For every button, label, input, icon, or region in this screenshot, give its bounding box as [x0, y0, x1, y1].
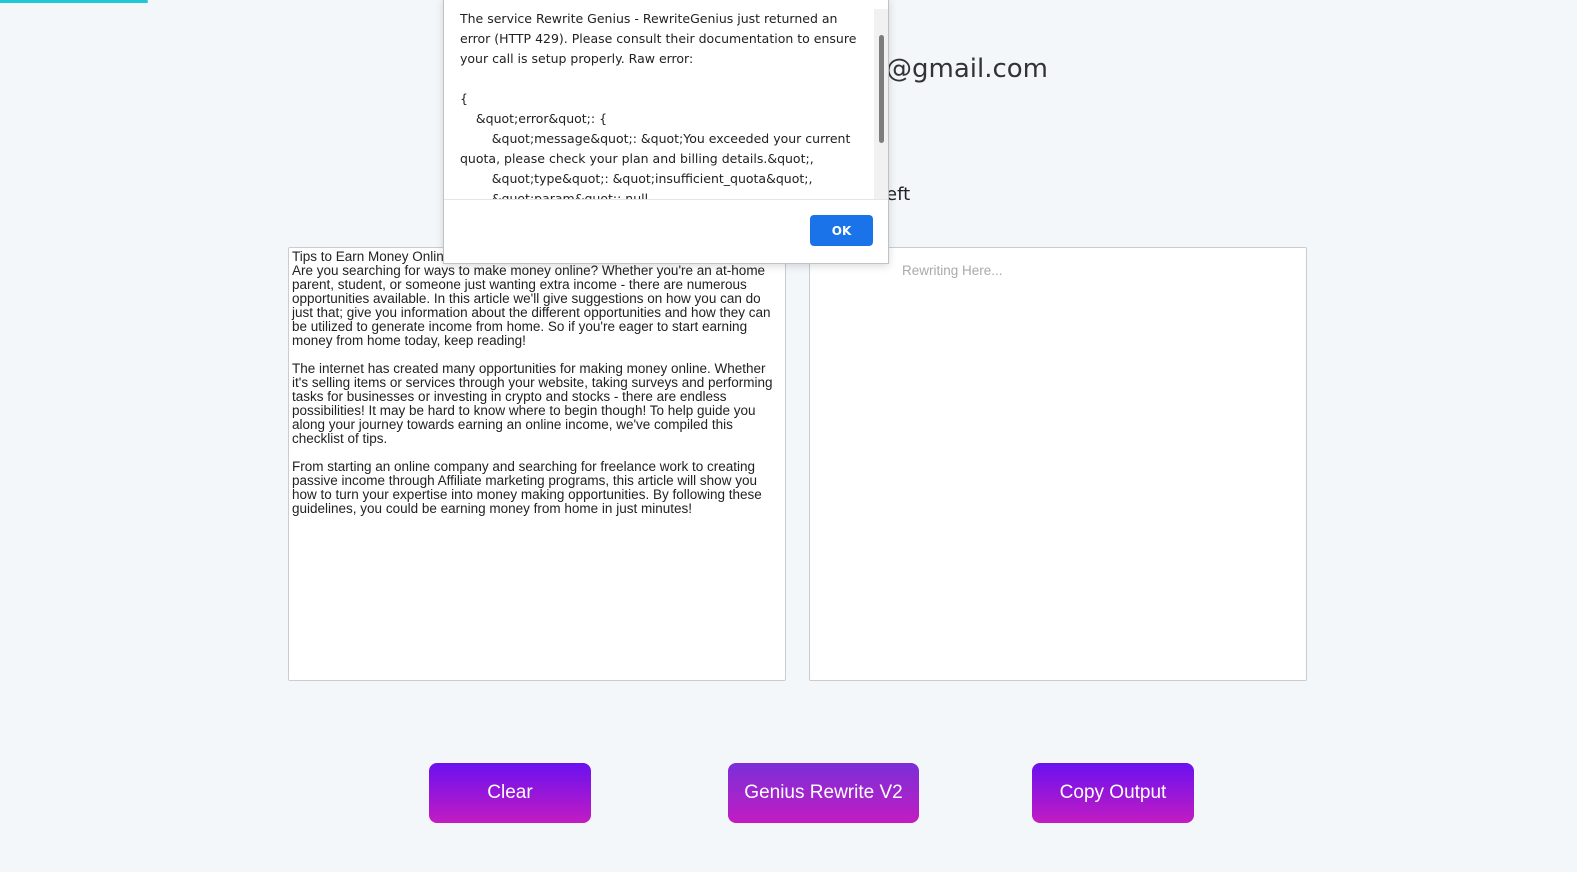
dialog-body[interactable]: The service Rewrite Genius - RewriteGeni…	[444, 0, 888, 200]
genius-rewrite-button[interactable]: Genius Rewrite V2	[728, 763, 919, 823]
dialog-message: The service Rewrite Genius - RewriteGeni…	[460, 11, 857, 200]
dialog-scroll-thumb[interactable]	[879, 35, 884, 143]
ok-button[interactable]: OK	[810, 215, 873, 246]
dialog-scrollbar[interactable]	[874, 9, 888, 199]
top-accent-bar	[0, 0, 148, 3]
user-email: @gmail.com	[886, 54, 1049, 84]
input-textarea[interactable]: Tips to Earn Money Online Are you search…	[288, 247, 786, 681]
output-placeholder: Rewriting Here...	[902, 263, 1003, 278]
copy-output-button[interactable]: Copy Output	[1032, 763, 1194, 823]
clear-button[interactable]: Clear	[429, 763, 591, 823]
output-textarea[interactable]: Rewriting Here...	[809, 247, 1307, 681]
page: @gmail.com eft Tips to Earn Money Online…	[0, 0, 1577, 872]
error-alert-dialog: The service Rewrite Genius - RewriteGeni…	[443, 0, 889, 264]
credits-left-label: eft	[886, 184, 911, 205]
